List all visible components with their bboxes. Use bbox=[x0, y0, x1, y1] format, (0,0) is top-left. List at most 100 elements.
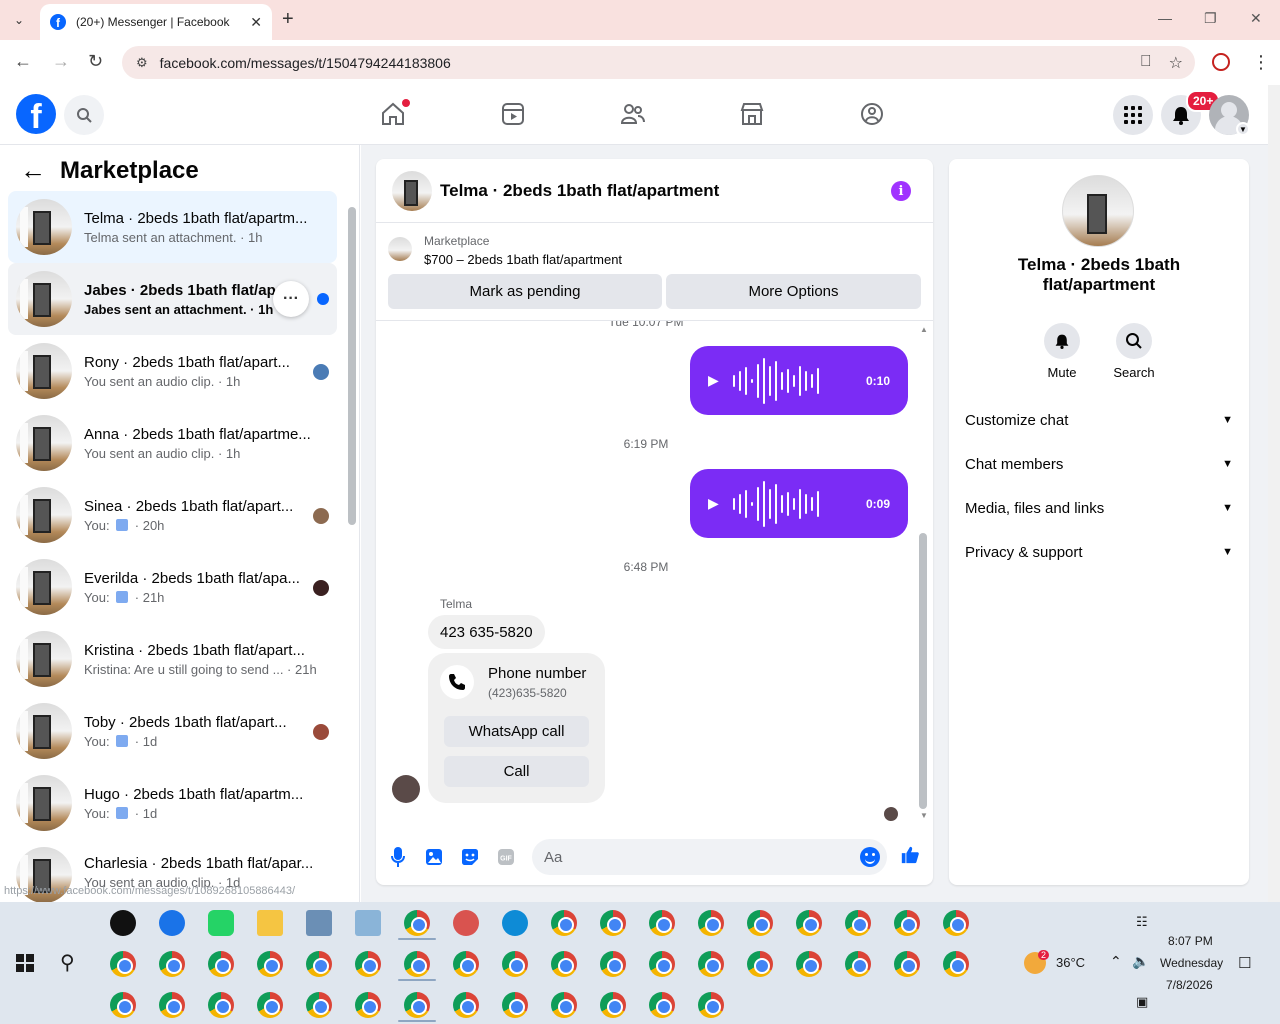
window-close-icon[interactable]: ✕ bbox=[1250, 10, 1262, 27]
windows-start-icon[interactable] bbox=[16, 954, 34, 972]
chat-scrollbar[interactable] bbox=[919, 533, 927, 809]
friends-icon[interactable] bbox=[620, 101, 646, 127]
chrome-icon[interactable] bbox=[600, 992, 626, 1018]
tab-search-chevron-icon[interactable]: ⌄ bbox=[6, 8, 32, 32]
chrome-icon[interactable] bbox=[698, 951, 724, 977]
conversation-item[interactable]: Anna · 2beds 1bath flat/apartme... You s… bbox=[8, 407, 337, 479]
address-bar[interactable]: ⚙ facebook.com/messages/t/15047942441838… bbox=[122, 46, 1195, 79]
clock-date[interactable]: 7/8/2026 bbox=[1166, 978, 1213, 992]
chrome-icon[interactable] bbox=[355, 951, 381, 977]
tab-close-icon[interactable]: ✕ bbox=[250, 14, 262, 31]
taskbar-search-icon[interactable]: ⚲ bbox=[60, 950, 75, 975]
clock-time[interactable]: 8:07 PM bbox=[1168, 934, 1213, 948]
chrome-icon[interactable] bbox=[943, 951, 969, 977]
minimize-icon[interactable]: — bbox=[1158, 10, 1172, 26]
play-icon[interactable]: ▶ bbox=[708, 372, 719, 389]
scroll-down-arrow-icon[interactable]: ▼ bbox=[920, 811, 928, 820]
chrome-icon[interactable] bbox=[698, 910, 724, 936]
audio-message[interactable]: ▶ 0:09 bbox=[690, 469, 908, 538]
tray-chevron-up-icon[interactable]: ⌃ bbox=[1110, 953, 1122, 970]
notepad-icon[interactable] bbox=[355, 910, 381, 936]
chrome-icon[interactable] bbox=[502, 951, 528, 977]
profile-avatar[interactable] bbox=[1062, 175, 1134, 247]
restore-icon[interactable]: ❐ bbox=[1204, 10, 1217, 27]
emoji-icon[interactable] bbox=[860, 847, 880, 867]
chrome-icon[interactable] bbox=[894, 910, 920, 936]
back-arrow-icon[interactable]: ← bbox=[20, 155, 46, 186]
chrome-icon[interactable] bbox=[649, 992, 675, 1018]
sidebar-scrollbar[interactable] bbox=[348, 207, 356, 525]
chrome-icon[interactable] bbox=[404, 910, 430, 936]
chrome-icon[interactable] bbox=[208, 992, 234, 1018]
browser-tab[interactable]: f (20+) Messenger | Facebook ✕ bbox=[40, 4, 272, 40]
back-arrow-icon[interactable]: ← bbox=[14, 51, 32, 72]
more-options-button[interactable]: More Options bbox=[666, 274, 921, 309]
listing-title[interactable]: $700 – 2beds 1bath flat/apartment bbox=[424, 252, 622, 267]
new-tab-plus-icon[interactable]: + bbox=[282, 8, 294, 31]
mute-button[interactable]: Mute bbox=[1032, 323, 1092, 380]
clock-day[interactable]: Wednesday bbox=[1160, 956, 1223, 970]
chrome-icon[interactable] bbox=[306, 992, 332, 1018]
chat-title[interactable]: Telma · 2beds 1bath flat/apartment bbox=[440, 181, 719, 201]
chrome-icon[interactable] bbox=[796, 951, 822, 977]
notification-center-icon[interactable]: ☐ bbox=[1238, 954, 1251, 972]
chrome-icon[interactable] bbox=[159, 992, 185, 1018]
chrome-icon[interactable] bbox=[404, 992, 430, 1018]
chrome-icon[interactable] bbox=[453, 951, 479, 977]
play-icon[interactable]: ▶ bbox=[708, 495, 719, 512]
chrome-icon[interactable] bbox=[306, 951, 332, 977]
tiktok-icon[interactable] bbox=[110, 910, 136, 936]
app-icon[interactable] bbox=[306, 910, 332, 936]
edge-app-icon[interactable] bbox=[159, 910, 185, 936]
forward-arrow-icon[interactable]: → bbox=[52, 51, 70, 72]
chrome-icon[interactable] bbox=[257, 992, 283, 1018]
scroll-up-arrow-icon[interactable]: ▲ bbox=[920, 325, 928, 334]
temperature[interactable]: 36°C bbox=[1056, 955, 1085, 970]
conversation-item[interactable]: Telma · 2beds 1bath flat/apartm... Telma… bbox=[8, 191, 337, 263]
microphone-icon[interactable] bbox=[388, 847, 408, 867]
site-info-icon[interactable]: ⚙ bbox=[136, 55, 148, 71]
chat-avatar[interactable] bbox=[392, 170, 432, 211]
conversation-item[interactable]: Hugo · 2beds 1bath flat/apartm... You: ·… bbox=[8, 767, 337, 839]
chrome-icon[interactable] bbox=[747, 910, 773, 936]
chrome-icon[interactable] bbox=[796, 910, 822, 936]
message-bubble[interactable]: 423 635-5820 bbox=[428, 615, 545, 649]
chrome-icon[interactable] bbox=[698, 992, 724, 1018]
chrome-icon[interactable] bbox=[404, 951, 430, 977]
chrome-icon[interactable] bbox=[649, 910, 675, 936]
bookmark-star-icon[interactable]: ☆ bbox=[1169, 53, 1183, 73]
conversation-item[interactable]: Rony · 2beds 1bath flat/apart... You sen… bbox=[8, 335, 337, 407]
sticker-icon[interactable] bbox=[460, 847, 480, 867]
network-icon[interactable]: ▣ bbox=[1136, 994, 1148, 1010]
whatsapp-icon[interactable] bbox=[208, 910, 234, 936]
chrome-icon[interactable] bbox=[257, 951, 283, 977]
chrome-icon[interactable] bbox=[600, 951, 626, 977]
thumbs-up-icon[interactable] bbox=[900, 845, 920, 865]
conversation-item[interactable]: Kristina · 2beds 1bath flat/apart... Kri… bbox=[8, 623, 337, 695]
photo-icon[interactable] bbox=[424, 847, 444, 867]
mark-as-pending-button[interactable]: Mark as pending bbox=[388, 274, 662, 309]
browser-menu-icon[interactable]: ⋮ bbox=[1252, 52, 1270, 73]
search-button[interactable]: Search bbox=[1104, 323, 1164, 380]
install-app-icon[interactable]: ⎕ bbox=[1141, 53, 1151, 73]
speaker-icon[interactable]: 🔈 bbox=[1132, 953, 1149, 970]
browser-profile-icon[interactable] bbox=[1212, 53, 1230, 71]
chrome-icon[interactable] bbox=[110, 992, 136, 1018]
more-options-button[interactable]: ··· bbox=[273, 281, 309, 317]
chrome-icon[interactable] bbox=[551, 951, 577, 977]
facebook-search-button[interactable] bbox=[64, 95, 104, 135]
file-explorer-icon[interactable] bbox=[257, 910, 283, 936]
gaming-icon[interactable] bbox=[859, 101, 885, 127]
chrome-icon[interactable] bbox=[943, 910, 969, 936]
customize-chat-row[interactable]: Customize chat ▼ bbox=[965, 402, 1233, 438]
chrome-icon[interactable] bbox=[502, 992, 528, 1018]
edge-browser-icon[interactable] bbox=[502, 910, 528, 936]
conversation-item[interactable]: Sinea · 2beds 1bath flat/apart... You: ·… bbox=[8, 479, 337, 551]
chrome-icon[interactable] bbox=[551, 992, 577, 1018]
chrome-icon[interactable] bbox=[208, 951, 234, 977]
info-icon[interactable]: i bbox=[891, 181, 911, 201]
facebook-logo-icon[interactable]: f bbox=[16, 94, 56, 134]
sender-avatar[interactable] bbox=[392, 775, 420, 803]
media-files-links-row[interactable]: Media, files and links ▼ bbox=[965, 490, 1233, 526]
reload-icon[interactable]: ↻ bbox=[88, 51, 103, 72]
